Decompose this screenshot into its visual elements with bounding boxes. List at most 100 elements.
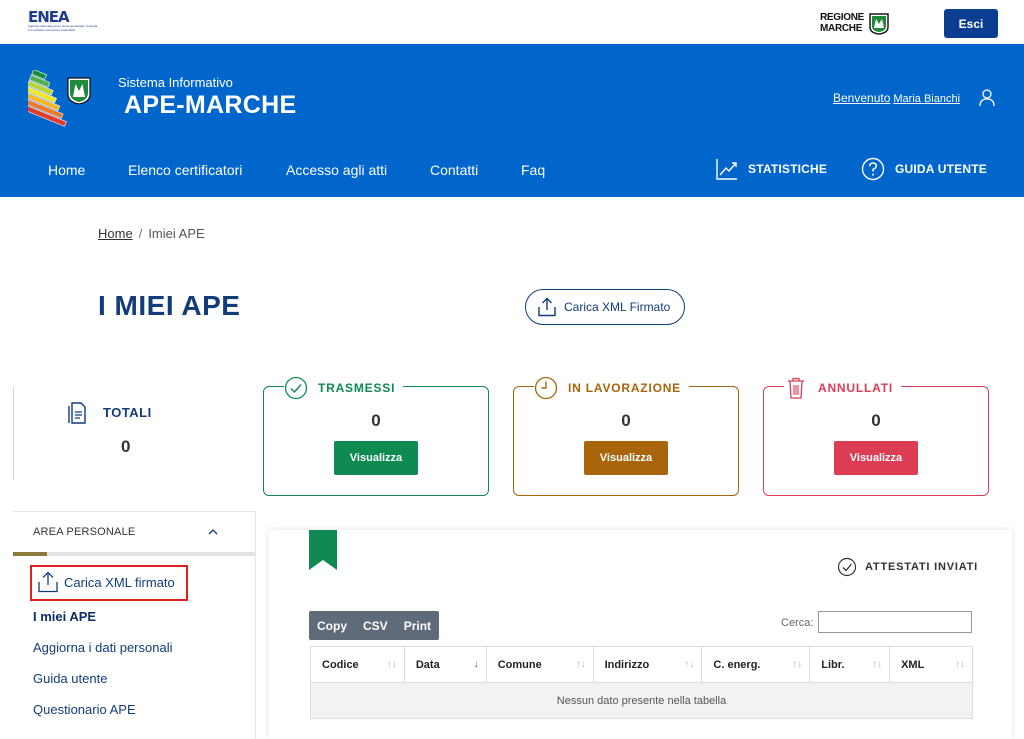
view-in-lavorazione-button[interactable]: Visualizza bbox=[584, 441, 668, 475]
card-in-lavorazione-value: 0 bbox=[621, 411, 631, 430]
nav-faq[interactable]: Faq bbox=[521, 162, 545, 178]
breadcrumb-separator: / bbox=[138, 226, 143, 241]
card-annullati: ANNULLATI 0 Visualizza bbox=[763, 376, 989, 496]
card-trasmessi-value: 0 bbox=[371, 411, 381, 430]
nav-home[interactable]: Home bbox=[48, 162, 85, 178]
nav-accesso-atti[interactable]: Accesso agli atti bbox=[286, 162, 387, 178]
attestati-inviati-heading: ATTESTATI INVIATI bbox=[837, 557, 978, 577]
totali-divider bbox=[13, 386, 14, 480]
sidebar-item-label: Carica XML firmato bbox=[64, 574, 175, 590]
card-in-lavorazione-label: IN LAVORAZIONE bbox=[568, 381, 683, 395]
chevron-up-icon[interactable] bbox=[207, 527, 219, 537]
search-input[interactable] bbox=[818, 611, 972, 633]
card-trasmessi-label: TRASMESSI bbox=[318, 381, 398, 395]
view-trasmessi-button[interactable]: Visualizza bbox=[334, 441, 418, 475]
check-circle-icon bbox=[284, 376, 308, 400]
app-title[interactable]: APE-MARCHE bbox=[124, 91, 296, 120]
card-annullati-label: ANNULLATI bbox=[818, 381, 895, 395]
breadcrumb-current: Imiei APE bbox=[148, 226, 205, 241]
column-header-libretto[interactable]: Libr. ↑↓ bbox=[809, 646, 891, 683]
totali-summary: TOTALI 0 bbox=[68, 402, 188, 462]
totali-value: 0 bbox=[121, 437, 131, 456]
table-header-row: Codice ↑↓ Data ↓ Comune ↑↓ Indirizzo ↑↓ C. e… bbox=[310, 646, 973, 683]
user-name-link[interactable]: Maria Bianchi bbox=[893, 93, 960, 105]
sort-icon: ↓ bbox=[473, 659, 479, 670]
column-header-codice[interactable]: Codice ↑↓ bbox=[310, 646, 405, 683]
user-guide-label: GUIDA UTENTE bbox=[895, 162, 987, 176]
sidebar-top-divider bbox=[13, 511, 256, 512]
column-header-comune[interactable]: Comune ↑↓ bbox=[485, 646, 594, 683]
welcome-message: Benvenuto Maria Bianchi bbox=[833, 91, 960, 105]
enea-logo[interactable]: ENEA Agenzia nazionale per le nuove tecn… bbox=[28, 10, 98, 36]
page-title: I MIEI APE bbox=[98, 290, 241, 321]
help-circle-icon bbox=[861, 157, 885, 181]
sidebar-header[interactable]: AREA PERSONALE bbox=[33, 526, 135, 538]
regione-line-2: MARCHE bbox=[820, 23, 863, 34]
sidebar: AREA PERSONALE Carica XML firmato I miei… bbox=[0, 511, 256, 739]
sidebar-item-questionario[interactable]: Questionario APE bbox=[33, 702, 136, 717]
welcome-label[interactable]: Benvenuto bbox=[833, 91, 890, 105]
breadcrumb-home[interactable]: Home bbox=[98, 226, 133, 241]
logout-button[interactable]: Esci bbox=[944, 9, 998, 38]
copy-button[interactable]: Copy bbox=[309, 611, 355, 640]
column-label: Comune bbox=[497, 658, 542, 671]
user-icon[interactable] bbox=[979, 89, 995, 107]
sort-icon: ↑↓ bbox=[575, 659, 586, 670]
card-annullati-header: ANNULLATI bbox=[784, 376, 901, 400]
sidebar-item-miei-ape[interactable]: I miei APE bbox=[33, 609, 96, 624]
enea-logo-wordmark: ENEA bbox=[28, 8, 70, 26]
column-header-classe-energetica[interactable]: C. energ. ↑↓ bbox=[701, 646, 811, 683]
sidebar-item-guida-utente[interactable]: Guida utente bbox=[33, 671, 107, 686]
sort-icon: ↑↓ bbox=[792, 659, 803, 670]
totali-label: TOTALI bbox=[103, 405, 152, 420]
csv-button[interactable]: CSV bbox=[355, 611, 396, 640]
document-icon bbox=[68, 402, 86, 424]
column-label: Libr. bbox=[821, 658, 845, 671]
card-trasmessi: TRASMESSI 0 Visualizza bbox=[263, 376, 489, 496]
statistics-link[interactable]: STATISTICHE bbox=[716, 156, 827, 182]
attestati-inviati-label: ATTESTATI INVIATI bbox=[865, 561, 978, 573]
nav-contatti[interactable]: Contatti bbox=[430, 162, 478, 178]
chart-trend-icon bbox=[716, 159, 737, 180]
bookmark-icon bbox=[309, 530, 337, 570]
nav-elenco-certificatori[interactable]: Elenco certificatori bbox=[128, 162, 242, 178]
regione-logo-text: REGIONE MARCHE bbox=[820, 12, 864, 34]
column-header-xml[interactable]: XML ↑↓ bbox=[889, 646, 973, 683]
column-label: Codice bbox=[322, 658, 359, 671]
column-label: Indirizzo bbox=[604, 658, 650, 671]
sidebar-progress-fill bbox=[13, 552, 47, 556]
system-label: Sistema Informativo bbox=[118, 75, 233, 90]
column-header-indirizzo[interactable]: Indirizzo ↑↓ bbox=[592, 646, 703, 683]
user-guide-link[interactable]: GUIDA UTENTE bbox=[861, 156, 987, 182]
regione-emblem-icon bbox=[869, 13, 889, 35]
column-label: Data bbox=[415, 658, 440, 671]
table-row: Nessun dato presente nella tabella bbox=[310, 682, 973, 719]
upload-signed-xml-button[interactable]: Carica XML Firmato bbox=[525, 289, 685, 325]
regione-line-1: REGIONE bbox=[820, 12, 865, 23]
sidebar-item-carica-xml[interactable]: Carica XML firmato bbox=[38, 571, 175, 593]
sort-icon: ↑↓ bbox=[955, 659, 965, 670]
print-button[interactable]: Print bbox=[396, 611, 439, 640]
search-label: Cerca: bbox=[781, 617, 814, 629]
sidebar-item-aggiorna-dati[interactable]: Aggiorna i dati personali bbox=[33, 640, 172, 655]
sort-icon: ↑↓ bbox=[872, 659, 883, 670]
card-trasmessi-header: TRASMESSI bbox=[284, 376, 404, 400]
card-in-lavorazione: IN LAVORAZIONE 0 Visualizza bbox=[513, 376, 739, 496]
attestati-table: Codice ↑↓ Data ↓ Comune ↑↓ Indirizzo ↑↓ C. e… bbox=[310, 646, 973, 719]
breadcrumb: Home / Imiei APE bbox=[98, 226, 205, 241]
attestati-panel: ATTESTATI INVIATI Copy CSV Print Cerca: … bbox=[269, 530, 1012, 739]
empty-table-message: Nessun dato presente nella tabella bbox=[310, 682, 973, 719]
site-header: Sistema Informativo APE-MARCHE Benvenuto… bbox=[0, 44, 1024, 197]
regione-marche-logo[interactable]: REGIONE MARCHE bbox=[820, 11, 892, 37]
trash-icon bbox=[784, 376, 808, 400]
column-label: XML bbox=[901, 658, 925, 671]
ape-energy-class-logo[interactable] bbox=[28, 70, 100, 128]
column-header-data[interactable]: Data ↓ bbox=[403, 646, 487, 683]
export-button-group: Copy CSV Print bbox=[309, 611, 440, 640]
check-circle-icon bbox=[837, 557, 857, 577]
sidebar-progress-bar bbox=[13, 552, 256, 556]
view-annullati-button[interactable]: Visualizza bbox=[834, 441, 918, 475]
column-label: C. energ. bbox=[713, 658, 761, 671]
top-strip: ENEA Agenzia nazionale per le nuove tecn… bbox=[0, 0, 1024, 44]
clock-icon bbox=[534, 376, 558, 400]
